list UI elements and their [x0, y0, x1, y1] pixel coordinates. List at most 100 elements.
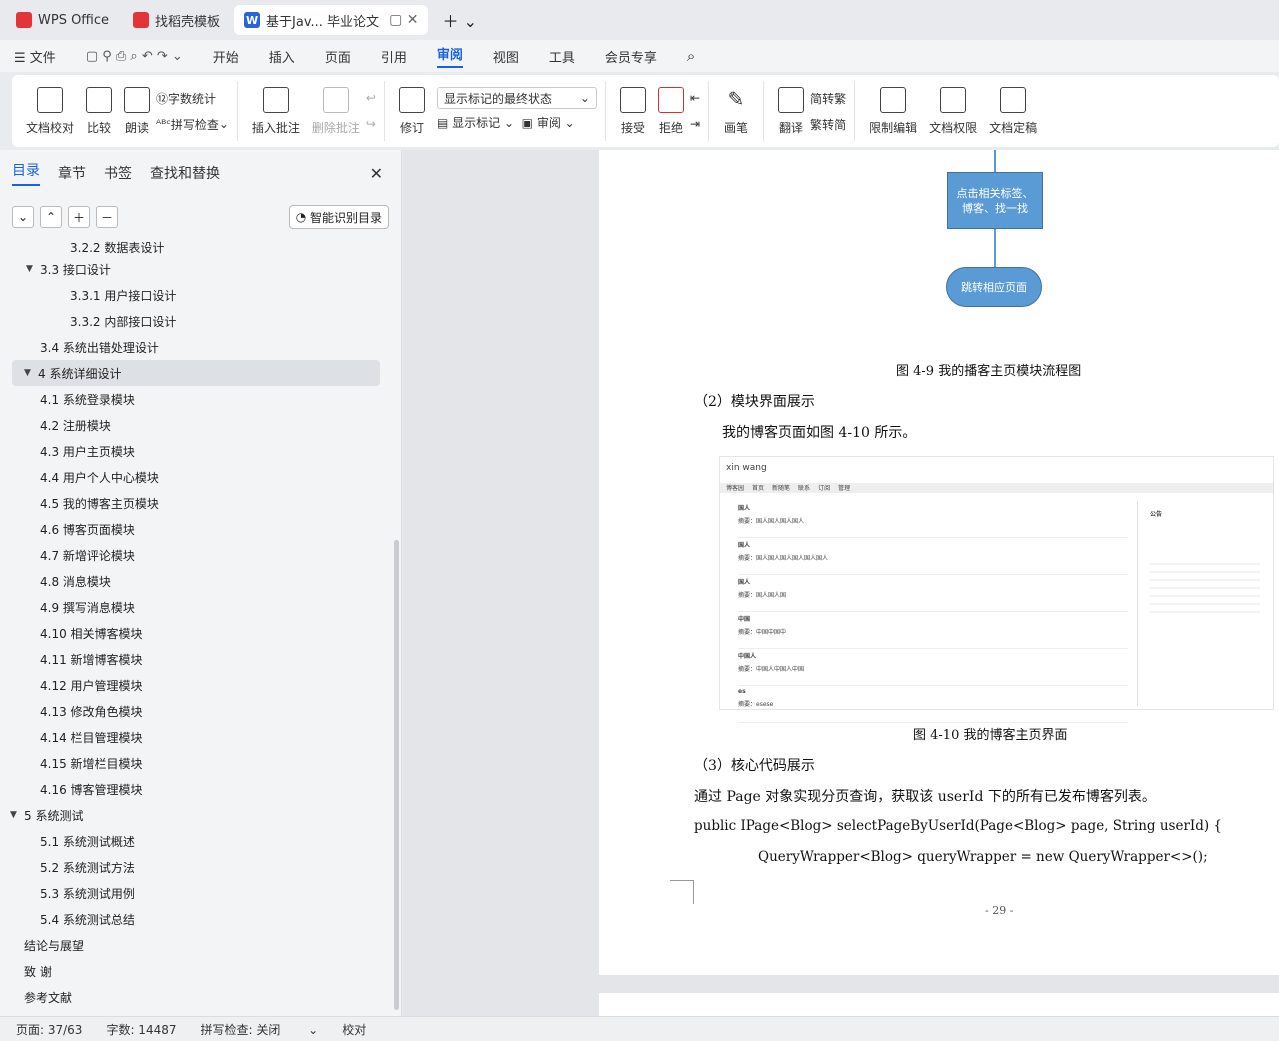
next-comment-icon[interactable]: ↪ [366, 111, 376, 137]
doc-permission-button[interactable]: 文档权限 [929, 86, 977, 136]
toc-item[interactable]: 5.2 系统测试方法 [0, 854, 392, 880]
toc-item[interactable]: ▼ 4 系统详细设计 [12, 360, 380, 386]
blog-post-title: 国人 [738, 579, 751, 586]
reject-button[interactable]: 拒绝 [657, 86, 684, 136]
delete-comment-button[interactable]: 删除批注 [312, 86, 360, 136]
blog-posts: 国人 摘要：国人国人国人国人 国人 摘要：国人国人国人国人国人国人 国人 摘要：国人国人国… [738, 501, 1128, 723]
prev-change-icon[interactable]: ⇤ [690, 85, 700, 111]
toc-label: 4.15 新增栏目模块 [40, 756, 143, 771]
tab-chapters[interactable]: 章节 [58, 163, 86, 183]
toc-item[interactable]: 结论与展望 [0, 932, 392, 958]
file-menu[interactable]: ☰ 文件 [14, 47, 56, 66]
toc-item[interactable]: ▼ 5 系统测试 [0, 802, 392, 828]
toc-item[interactable]: 3.4 系统出错处理设计 [0, 334, 392, 360]
toc-item[interactable]: 4.7 新增评论模块 [0, 542, 392, 568]
page: 点击相关标签、博客、找一找 跳转相应页面 图 4-9 我的播客主页模块流程图 （… [599, 150, 1279, 975]
caret-down-icon[interactable]: ▼ [26, 264, 38, 274]
to-traditional-button[interactable]: 简 转繁 [810, 85, 846, 111]
tab-bookmarks[interactable]: 书签 [104, 163, 132, 183]
toc-item[interactable]: 4.13 修改角色模块 [0, 698, 392, 724]
doc-tab[interactable]: WPS Office [6, 5, 119, 35]
toc-item[interactable]: 致 谢 [0, 958, 392, 984]
remove-icon[interactable]: － [96, 206, 118, 228]
toc-item[interactable]: 4.16 博客管理模块 [0, 776, 392, 802]
spell-check-icon: ᴬᴮᶜ [156, 117, 171, 131]
menu-vip[interactable]: 会员专享 [605, 47, 657, 66]
toc-item[interactable]: 3.2.2 数据表设计 [0, 240, 392, 256]
toc-item[interactable]: 3.3.1 用户接口设计 [0, 282, 392, 308]
blog-post-summary: 摘要：国人国人国人国人国人国人 [738, 555, 829, 562]
toc-item[interactable]: 参考文献 [0, 984, 392, 1010]
toc-item[interactable]: 4.8 消息模块 [0, 568, 392, 594]
read-aloud-button[interactable]: 朗读 [124, 86, 151, 136]
toc-item[interactable]: 4.12 用户管理模块 [0, 672, 392, 698]
toc-item[interactable]: ▼ 3.3 接口设计 [0, 256, 392, 282]
word-count-indicator[interactable]: 字数: 14487 [106, 1021, 176, 1038]
quick-tools[interactable]: ▢ ⚲ ⎙ ⌕ ↶ ↷ ⌄ [86, 49, 183, 64]
doc-tab[interactable]: W 基于Jav... 毕业论文 ▢ ✕ [234, 5, 429, 35]
menu-review[interactable]: 审阅 [436, 44, 463, 68]
review-pane-button[interactable]: ▣ 审阅 ⌄ [522, 114, 575, 131]
word-count-button[interactable]: ⑫ 字数统计 [156, 85, 229, 111]
restrict-edit-button[interactable]: 限制编辑 [869, 86, 917, 136]
menu-start[interactable]: 开始 [213, 47, 239, 66]
insert-comment-button[interactable]: 插入批注 [252, 86, 300, 136]
toc-item[interactable]: 4.6 博客页面模块 [0, 516, 392, 542]
toc-item[interactable]: 4.11 新增博客模块 [0, 646, 392, 672]
blog-post-summary: 摘要：中国人中国人中国 [738, 666, 805, 673]
toc-item[interactable]: 4.5 我的博客主页模块 [0, 490, 392, 516]
wps-logo-icon [16, 12, 32, 28]
toc-item[interactable]: 4.9 撰写消息模块 [0, 594, 392, 620]
caret-down-icon[interactable]: ▼ [24, 368, 36, 378]
markup-state-select[interactable]: 显示标记的最终状态 ⌄ [436, 87, 597, 109]
toc-item[interactable]: 5.4 系统测试总结 [0, 906, 392, 932]
toc-item[interactable]: 5.3 系统测试用例 [0, 880, 392, 906]
show-markup-button[interactable]: ▤ 显示标记 ⌄ [437, 114, 514, 131]
compare-button[interactable]: 比较 [86, 86, 113, 136]
menu-insert[interactable]: 插入 [269, 47, 295, 66]
toc-item[interactable]: 4.14 栏目管理模块 [0, 724, 392, 750]
pen-button[interactable]: ✎ 画笔 [723, 87, 749, 136]
revise-button[interactable]: 修订 [398, 86, 425, 136]
accept-button[interactable]: 接受 [619, 86, 646, 136]
add-icon[interactable]: ＋ [68, 206, 90, 228]
toc-item[interactable]: 5.1 系统测试概述 [0, 828, 392, 854]
toc-scrollbar[interactable] [394, 540, 399, 1010]
toc-item[interactable]: 4.1 系统登录模块 [0, 386, 392, 412]
toc-item[interactable]: 4.4 用户个人中心模块 [0, 464, 392, 490]
collapse-icon[interactable]: ⌃ [40, 206, 62, 228]
translate-button[interactable]: 翻译 [778, 86, 805, 136]
page-indicator[interactable]: 页面: 37/63 [16, 1021, 82, 1038]
toc-item[interactable]: 4.2 注册模块 [0, 412, 392, 438]
smart-toc-button[interactable]: ◔ 智能识别目录 [288, 205, 389, 229]
menu-page[interactable]: 页面 [325, 47, 351, 66]
doc-tab[interactable]: 找稻壳模板 [123, 5, 230, 35]
prev-comment-icon[interactable]: ↩ [366, 85, 376, 111]
caret-down-icon[interactable]: ▼ [10, 810, 22, 820]
spell-status[interactable]: 拼写检查: 关闭 ⌄ [201, 1021, 319, 1038]
toc-item[interactable]: 4.10 相关博客模块 [0, 620, 392, 646]
proof-status[interactable]: 校对 [342, 1021, 366, 1038]
search-icon[interactable]: ⌕ [687, 47, 695, 65]
toc-item[interactable]: 4.15 新增栏目模块 [0, 750, 392, 776]
spell-check-button[interactable]: ᴬᴮᶜ 拼写检查 ⌄ [156, 111, 229, 137]
menu-view[interactable]: 视图 [493, 47, 519, 66]
menu-tools[interactable]: 工具 [549, 47, 575, 66]
close-icon[interactable]: ▢ ✕ [389, 12, 418, 28]
new-tab-icon[interactable]: ＋ ⌄ [442, 8, 477, 32]
expand-icon[interactable]: ⌄ [12, 206, 34, 228]
toc-item[interactable]: 3.3.2 内部接口设计 [0, 308, 392, 334]
blog-post-title: 中国 [738, 616, 751, 623]
proof-button[interactable]: 文档校对 [26, 86, 74, 136]
close-icon[interactable]: ✕ [370, 164, 383, 183]
review-ribbon: 文档校对 比较 朗读 ⑫ 字数统计 ᴬᴮᶜ 拼写检查 ⌄ 插入批注 删除批注 ↩… [12, 75, 1279, 147]
smart-icon: ◔ [295, 210, 310, 224]
finalize-button[interactable]: 文档定稿 [989, 86, 1037, 136]
menu-reference[interactable]: 引用 [381, 47, 407, 66]
toc-item[interactable]: 4.3 用户主页模块 [0, 438, 392, 464]
figure-caption: 图 4-9 我的播客主页模块流程图 [896, 364, 1082, 379]
tab-toc[interactable]: 目录 [12, 160, 40, 186]
to-simplified-button[interactable]: 繁 转简 [810, 111, 846, 137]
next-change-icon[interactable]: ⇥ [690, 111, 700, 137]
tab-find-replace[interactable]: 查找和替换 [150, 163, 220, 183]
